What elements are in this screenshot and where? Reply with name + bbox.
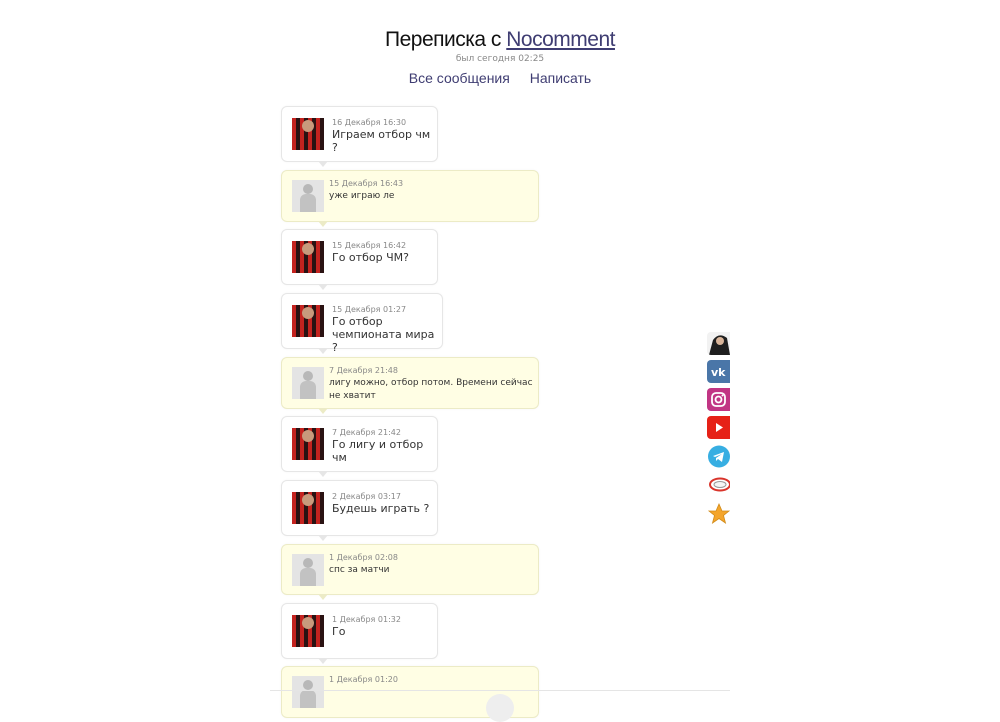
message-text: Го [332,625,346,638]
avatar[interactable] [292,428,324,460]
message-item: 15 Декабря 16:43 уже играю ле [281,170,539,227]
message-tail [318,594,328,600]
message-item: 7 Декабря 21:42 Го лигу и отбор чм [281,416,438,477]
message-date: 15 Декабря 16:42 [332,241,407,250]
message-item: 2 Декабря 03:17 Будешь играть ? [281,480,438,541]
message-date: 2 Декабря 03:17 [332,492,401,501]
avatar[interactable] [292,367,324,399]
message-text: Будешь играть ? [332,502,430,515]
message-date: 15 Декабря 16:43 [329,179,404,188]
title-prefix: Переписка с [385,28,501,51]
svg-text:vk: vk [711,366,726,379]
avatar[interactable] [292,554,324,586]
message-date: 7 Декабря 21:48 [329,366,398,375]
message-date: 1 Декабря 01:20 [329,675,398,684]
message-item: 15 Декабря 01:27 Го отбор чемпионата мир… [281,293,443,354]
message-tail [318,221,328,227]
message-tail [318,284,328,290]
avatar[interactable] [292,676,324,708]
message-tail [318,535,328,541]
message-tail [318,471,328,477]
username-link[interactable]: Nocomment [506,28,615,51]
message-tail [318,161,328,167]
telegram-icon[interactable] [707,445,730,468]
message-item: 1 Декабря 01:32 Го [281,603,438,664]
star-icon[interactable] [707,502,730,525]
message-tail [318,658,328,664]
last-seen: был сегодня 02:25 [455,54,545,64]
page-title: Переписка с Nocomment [0,28,1000,52]
write-message-link[interactable]: Написать [530,70,591,86]
message-date: 16 Декабря 16:30 [332,118,407,127]
vk-icon[interactable]: vk [707,360,730,383]
message-text: лигу можно, отбор потом. Времени сейчас … [329,378,533,401]
message-text: Го отбор чемпионата мира ? [332,315,435,354]
message-tail [318,348,328,354]
avatar[interactable] [292,615,324,647]
message-text: уже играю ле [329,191,395,201]
message-text: Го отбор ЧМ? [332,251,409,264]
message-text: Го лигу и отбор чм [332,438,424,464]
message-text: Играем отбор чм ? [332,128,431,154]
message-item: 7 Декабря 21:48 лигу можно, отбор потом.… [281,357,539,414]
avatar[interactable] [292,241,324,273]
message-date: 1 Декабря 01:32 [332,615,401,624]
logo-icon[interactable] [707,473,730,496]
message-tail [318,408,328,414]
message-item: 15 Декабря 16:42 Го отбор ЧМ? [281,229,438,290]
instagram-icon[interactable] [707,388,730,411]
message-date: 1 Декабря 02:08 [329,553,398,562]
youtube-icon[interactable] [707,416,730,439]
message-text: спс за матчи [329,565,390,575]
all-messages-link[interactable]: Все сообщения [409,70,510,86]
message-item: 1 Декабря 02:08 спс за матчи [281,544,539,600]
message-item: 16 Декабря 16:30 Играем отбор чм ? [281,106,438,167]
avatar[interactable] [292,305,324,337]
nav-bar: Все сообщения Написать [0,70,1000,86]
message-date: 15 Декабря 01:27 [332,305,407,314]
profile-photo-icon[interactable] [707,332,730,355]
avatar[interactable] [292,180,324,212]
message-date: 7 Декабря 21:42 [332,428,401,437]
avatar[interactable] [292,118,324,150]
scroll-top-button[interactable] [486,694,514,722]
footer-divider [270,690,730,691]
avatar[interactable] [292,492,324,524]
